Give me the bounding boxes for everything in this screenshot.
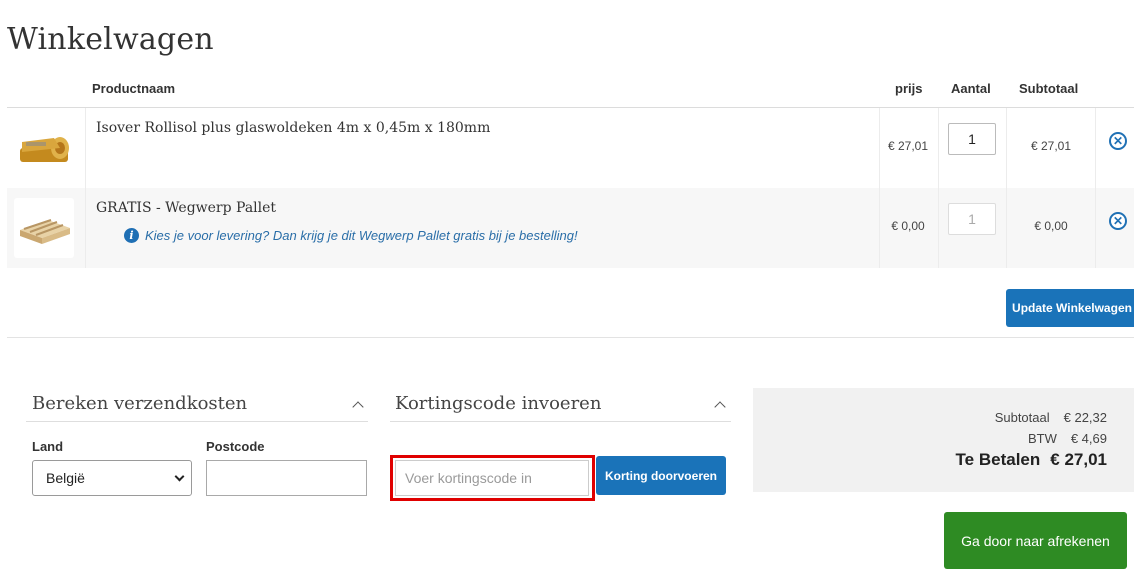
header-price: prijs: [895, 81, 923, 96]
product-price: € 27,01: [887, 139, 929, 153]
chevron-up-icon[interactable]: [352, 401, 364, 413]
country-select-value: België: [46, 470, 85, 486]
product-name[interactable]: Isover Rollisol plus glaswoldeken 4m x 0…: [96, 120, 490, 136]
total-value: € 27,01: [1050, 450, 1107, 469]
header-product: Productnaam: [92, 81, 176, 96]
country-select[interactable]: België: [32, 460, 192, 496]
delivery-note: i Kies je voor levering? Dan krijg je di…: [124, 228, 578, 243]
info-icon: i: [124, 228, 139, 243]
remove-item-icon[interactable]: ✕: [1109, 212, 1127, 230]
divider: [7, 337, 1134, 338]
coupon-code-input[interactable]: Voer kortingscode in: [395, 460, 589, 496]
total-label: Te Betalen: [955, 450, 1041, 469]
country-label: Land: [32, 439, 64, 454]
product-price: € 0,00: [891, 219, 925, 233]
divider: [26, 421, 368, 422]
row-subtotal: € 0,00: [1034, 219, 1068, 233]
subtotal-label: Subtotaal: [994, 410, 1050, 425]
chevron-up-icon[interactable]: [714, 401, 726, 413]
insulation-roll-image[interactable]: [14, 118, 74, 178]
table-header: Productnaam prijs Aantal Subtotaal: [7, 70, 1134, 108]
pallet-image[interactable]: [14, 198, 74, 258]
subtotal-value: € 22,32: [1063, 410, 1107, 425]
cart-table: Productnaam prijs Aantal Subtotaal Isove…: [7, 70, 1134, 268]
tax-label: BTW: [1027, 431, 1057, 446]
product-name[interactable]: GRATIS - Wegwerp Pallet: [96, 200, 276, 216]
totals-subtotal-row: Subtotaal € 22,32: [995, 410, 1107, 425]
quantity-input-disabled: 1: [948, 203, 996, 235]
header-subtotal: Subtotaal: [1019, 81, 1079, 96]
postcode-input[interactable]: [206, 460, 367, 496]
delivery-note-text: Kies je voor levering? Dan krijg je dit …: [145, 228, 578, 243]
coupon-panel-title[interactable]: Kortingscode invoeren: [395, 393, 601, 414]
row-subtotal: € 27,01: [1030, 139, 1072, 153]
page-title: Winkelwagen: [7, 22, 214, 58]
apply-coupon-button[interactable]: Korting doorvoeren: [596, 456, 726, 495]
totals-tax-row: BTW € 4,69: [1028, 431, 1107, 446]
postcode-label: Postcode: [206, 439, 265, 454]
remove-item-icon[interactable]: ✕: [1109, 132, 1127, 150]
update-cart-button[interactable]: Update Winkelwagen: [1006, 289, 1134, 327]
divider: [390, 421, 731, 422]
chevron-down-icon: [174, 471, 185, 482]
quantity-input[interactable]: 1: [948, 123, 996, 155]
table-row: GRATIS - Wegwerp Pallet i Kies je voor l…: [7, 188, 1134, 268]
header-qty: Aantal: [951, 81, 991, 96]
tax-value: € 4,69: [1070, 431, 1107, 446]
shipping-panel-title[interactable]: Bereken verzendkosten: [32, 393, 247, 414]
order-totals: Subtotaal € 22,32 BTW € 4,69 Te Betalen …: [753, 388, 1134, 492]
checkout-button[interactable]: Ga door naar afrekenen: [944, 512, 1127, 569]
table-row: Isover Rollisol plus glaswoldeken 4m x 0…: [7, 108, 1134, 188]
totals-grand-row: Te Betalen € 27,01: [956, 450, 1107, 470]
